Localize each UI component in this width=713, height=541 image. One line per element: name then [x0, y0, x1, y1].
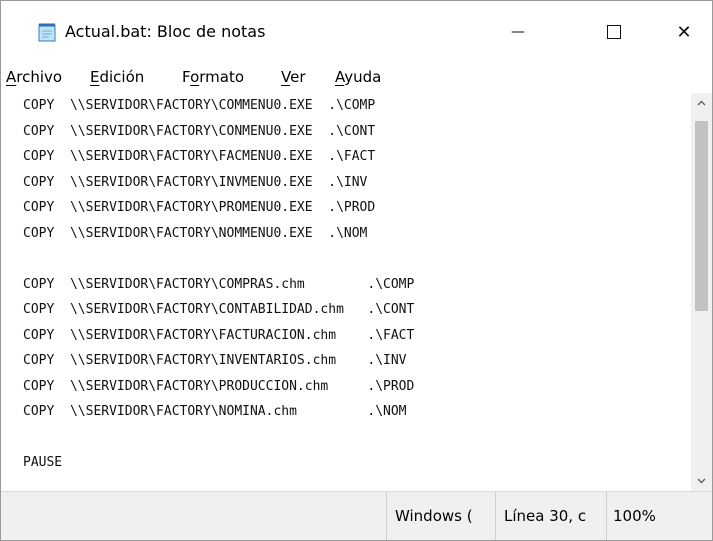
editor-line: COPY \\SERVIDOR\FACTORY\CONTABILIDAD.chm…	[23, 302, 415, 317]
chevron-up-icon	[697, 100, 706, 106]
menu-ayuda[interactable]: Ayuda	[335, 66, 381, 88]
editor-line: COPY \\SERVIDOR\FACTORY\COMMENU0.EXE .\C…	[23, 98, 376, 113]
close-button[interactable]: ✕	[652, 1, 712, 63]
editor-line: COPY \\SERVIDOR\FACTORY\PROMENU0.EXE .\P…	[23, 200, 376, 215]
scroll-down-button[interactable]	[691, 471, 712, 491]
minimize-button[interactable]: —	[486, 1, 550, 63]
editor-line: COPY \\SERVIDOR\FACTORY\INVENTARIOS.chm …	[23, 353, 407, 368]
close-icon: ✕	[676, 21, 692, 43]
editor-line: COPY \\SERVIDOR\FACTORY\FACMENU0.EXE .\F…	[23, 149, 376, 164]
editor-line: COPY \\SERVIDOR\FACTORY\PRODUCCION.chm .…	[23, 378, 415, 394]
status-encoding: Windows (	[386, 492, 496, 540]
status-position: Línea 30, c	[495, 492, 607, 540]
menu-archivo[interactable]: Archivo	[6, 66, 62, 88]
scroll-thumb[interactable]	[695, 121, 708, 311]
editor-line: COPY \\SERVIDOR\FACTORY\CONMENU0.EXE .\C…	[23, 123, 376, 139]
encoding-text: Windows (	[395, 507, 473, 525]
status-bar: Windows ( Línea 30, c 100%	[1, 491, 712, 540]
window-title: Actual.bat: Bloc de notas	[65, 22, 266, 41]
vertical-scrollbar[interactable]	[691, 93, 712, 491]
editor-line: COPY \\SERVIDOR\FACTORY\INVMENU0.EXE .\I…	[23, 174, 368, 190]
minimize-icon: —	[511, 24, 525, 40]
zoom-text: 100%	[613, 507, 656, 525]
editor-line: PAUSE	[23, 455, 63, 470]
status-zoom: 100%	[606, 492, 712, 540]
menu-formato[interactable]: Formato	[182, 66, 244, 88]
menu-edicion[interactable]: Edición	[90, 66, 144, 88]
text-editor[interactable]: COPY \\SERVIDOR\FACTORY\COMMENU0.EXE .\C…	[23, 93, 691, 491]
editor-line: COPY \\SERVIDOR\FACTORY\FACTURACION.chm …	[23, 327, 415, 343]
notepad-window: Actual.bat: Bloc de notas — ✕ Archivo Ed…	[0, 0, 713, 541]
editor-line: COPY \\SERVIDOR\FACTORY\NOMMENU0.EXE .\N…	[23, 225, 368, 241]
maximize-button[interactable]	[582, 1, 646, 63]
title-bar[interactable]: Actual.bat: Bloc de notas — ✕	[1, 1, 712, 63]
menu-bar: Archivo Edición Formato Ver Ayuda	[1, 63, 712, 93]
editor-line: COPY \\SERVIDOR\FACTORY\NOMINA.chm .\NOM	[23, 404, 407, 419]
menu-ver[interactable]: Ver	[281, 66, 306, 88]
maximize-icon	[607, 25, 621, 39]
chevron-down-icon	[697, 478, 706, 484]
notepad-icon	[37, 22, 57, 42]
scroll-up-button[interactable]	[691, 93, 712, 113]
editor-line: COPY \\SERVIDOR\FACTORY\COMPRAS.chm .\CO…	[23, 276, 415, 292]
cursor-position-text: Línea 30, c	[504, 507, 587, 525]
